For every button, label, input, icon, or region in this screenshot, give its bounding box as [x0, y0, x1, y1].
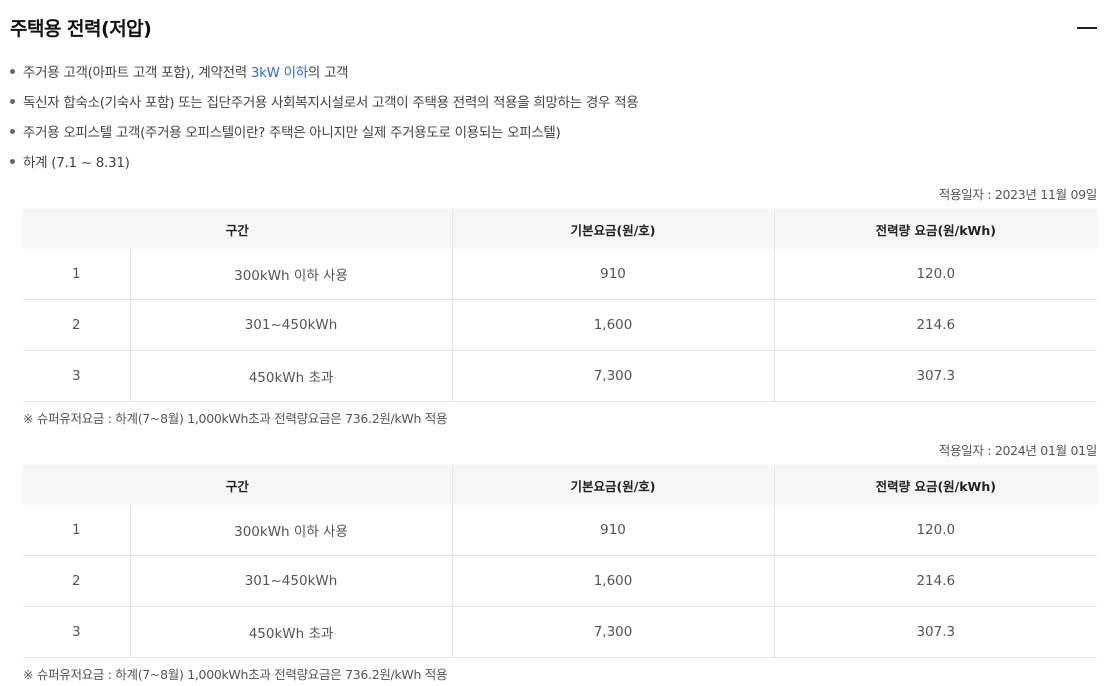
- base-fee: 1,600: [452, 299, 775, 351]
- energy-fee: 120.0: [774, 505, 1098, 556]
- tier-number: 1: [23, 505, 131, 556]
- table-row: 2 301~450kWh 1,600 214.6: [23, 299, 1098, 351]
- column-header-range: 구간: [23, 465, 453, 505]
- tier-number: 1: [23, 249, 131, 300]
- list-item: 독신자 합숙소(기숙사 포함) 또는 집단주거용 사회복지시설로서 고객이 주택…: [10, 93, 639, 123]
- energy-fee: 307.3: [774, 350, 1098, 402]
- highlight-text: 3kW 이하: [250, 65, 308, 81]
- rate-table: 구간 기본요금(원/호) 전력량 요금(원/kWh) 1 300kWh 이하 사…: [23, 209, 1098, 402]
- section-header: 주택용 전력(저압): [10, 14, 1097, 44]
- list-item: 주거용 오피스텔 고객(주거용 오피스텔이란? 주택은 아니지만 실제 주거용도…: [10, 123, 638, 153]
- list-item: 하계 (7.1 ~ 8.31): [10, 153, 638, 183]
- bullet-dot-icon: [10, 99, 15, 104]
- superuser-note: ※ 슈퍼유저요금 : 하계(7~8월) 1,000kWh초과 전력량요금은 73…: [23, 411, 448, 426]
- column-header-base-fee: 기본요금(원/호): [452, 209, 775, 249]
- energy-fee: 120.0: [774, 249, 1098, 300]
- base-fee: 910: [452, 505, 775, 556]
- base-fee: 7,300: [452, 350, 775, 402]
- energy-fee: 214.6: [774, 299, 1098, 351]
- base-fee: 910: [452, 249, 775, 300]
- base-fee: 7,300: [452, 606, 775, 658]
- column-header-energy-fee: 전력량 요금(원/kWh): [774, 465, 1098, 505]
- table-header-row: 구간 기본요금(원/호) 전력량 요금(원/kWh): [23, 465, 1098, 505]
- table-row: 3 450kWh 초과 7,300 307.3: [23, 350, 1098, 402]
- eligibility-list: 주거용 고객(아파트 고객 포함), 계약전력 3kW 이하의 고객 독신자 합…: [10, 63, 639, 183]
- bullet-dot-icon: [10, 159, 15, 164]
- tier-range: 301~450kWh: [130, 299, 453, 351]
- tier-range: 300kWh 이하 사용: [130, 505, 453, 556]
- rate-table: 구간 기본요금(원/호) 전력량 요금(원/kWh) 1 300kWh 이하 사…: [23, 465, 1098, 658]
- tier-range: 450kWh 초과: [130, 350, 453, 402]
- section-title: 주택용 전력(저압): [10, 18, 152, 40]
- energy-fee: 214.6: [774, 555, 1098, 607]
- column-header-base-fee: 기본요금(원/호): [452, 465, 775, 505]
- tier-number: 2: [23, 299, 131, 351]
- table-row: 1 300kWh 이하 사용 910 120.0: [23, 505, 1098, 556]
- tier-range: 301~450kWh: [130, 555, 453, 607]
- column-header-energy-fee: 전력량 요금(원/kWh): [774, 209, 1098, 249]
- list-item: 주거용 고객(아파트 고객 포함), 계약전력 3kW 이하의 고객: [10, 63, 638, 93]
- bullet-dot-icon: [10, 129, 15, 134]
- table-row: 1 300kWh 이하 사용 910 120.0: [23, 249, 1098, 300]
- tier-range: 300kWh 이하 사용: [130, 249, 453, 300]
- superuser-note: ※ 슈퍼유저요금 : 하계(7~8월) 1,000kWh초과 전력량요금은 73…: [23, 667, 448, 682]
- bullet-dot-icon: [10, 69, 15, 74]
- tier-range: 450kWh 초과: [130, 606, 453, 658]
- effective-date: 적용일자 : 2023년 11월 09일: [938, 187, 1098, 202]
- column-header-range: 구간: [23, 209, 453, 249]
- table-header-row: 구간 기본요금(원/호) 전력량 요금(원/kWh): [23, 209, 1098, 249]
- effective-date: 적용일자 : 2024년 01월 01일: [938, 443, 1098, 458]
- table-row: 2 301~450kWh 1,600 214.6: [23, 555, 1098, 607]
- table-row: 3 450kWh 초과 7,300 307.3: [23, 606, 1098, 658]
- tier-number: 3: [23, 606, 131, 658]
- collapse-icon[interactable]: [1077, 27, 1097, 29]
- base-fee: 1,600: [452, 555, 775, 607]
- tier-number: 3: [23, 350, 131, 402]
- tier-number: 2: [23, 555, 131, 607]
- energy-fee: 307.3: [774, 606, 1098, 658]
